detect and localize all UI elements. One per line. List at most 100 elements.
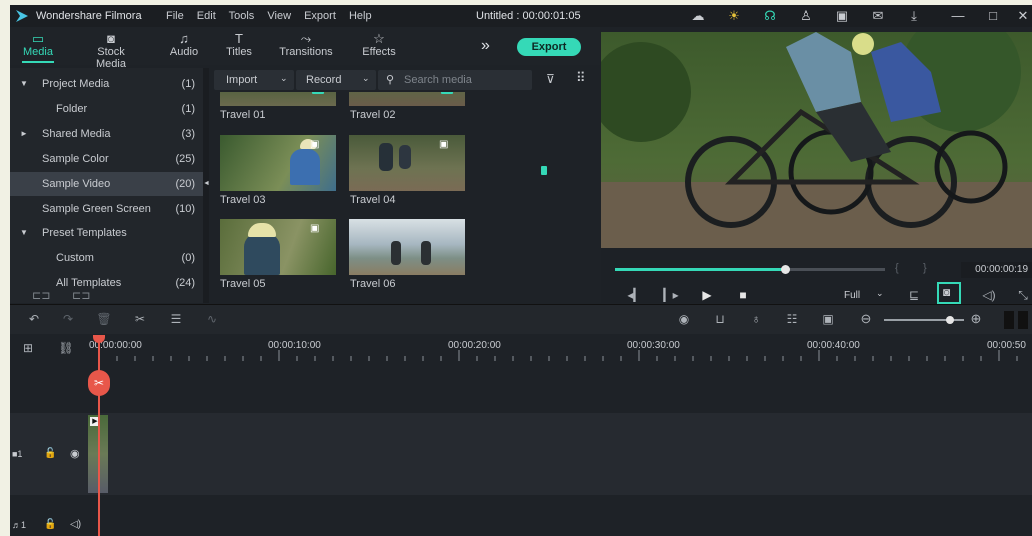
sidebar-item-folder[interactable]: Folder (1) bbox=[10, 97, 203, 121]
voiceover-icon[interactable]: ☷ bbox=[784, 312, 800, 326]
grid-view-icon[interactable]: ⠿ bbox=[576, 70, 586, 86]
zoom-out-icon[interactable]: ⊖ bbox=[858, 311, 874, 327]
step-back-icon[interactable]: ◂▎ bbox=[627, 288, 643, 302]
mark-in-button[interactable]: { bbox=[895, 262, 899, 274]
search-icon: ⚲ bbox=[386, 74, 395, 86]
collapse-arrow-icon[interactable]: ◄ bbox=[203, 180, 210, 187]
folder-add-icon[interactable]: ⊏⊐ bbox=[72, 289, 90, 302]
snapshot-button[interactable]: ◙ bbox=[937, 282, 961, 304]
mark-out-button[interactable]: } bbox=[923, 262, 927, 274]
speaker-icon[interactable]: ◁) bbox=[70, 519, 81, 530]
ruler-label: 00:00:20:00 bbox=[448, 340, 501, 351]
thumb-travel-03[interactable]: ▣ bbox=[220, 135, 336, 191]
close-icon[interactable]: ✕ bbox=[1015, 8, 1031, 24]
sidebar-splitter[interactable]: ◄ bbox=[203, 68, 210, 303]
more-tabs-button[interactable]: » bbox=[481, 37, 490, 55]
tab-media[interactable]: ▭ Media bbox=[10, 31, 68, 63]
microphone-icon[interactable]: ♁ bbox=[748, 312, 764, 326]
record-dropdown[interactable]: Record ⌄ bbox=[296, 70, 376, 90]
tab-transitions[interactable]: ⤳ Transitions bbox=[276, 31, 336, 58]
marker-icon[interactable]: ⊔ bbox=[712, 312, 728, 326]
filter-icon[interactable]: ⊽ bbox=[546, 72, 555, 86]
timeline-playhead[interactable]: ✂ bbox=[88, 335, 110, 536]
timeline-toolbar: ↶ ↷ 🗑 ✂ ☰ ∿ ◉ ⊔ ♁ ☷ ▣ ⊖ ⊕ bbox=[10, 304, 1032, 334]
media-library-sidebar: ▼ Project Media (1) Folder (1) ► Shared … bbox=[10, 68, 203, 303]
chevron-down-icon: ⌄ bbox=[280, 73, 288, 83]
tab-effects[interactable]: ☆ Effects bbox=[349, 31, 409, 58]
sidebar-item-sample-color[interactable]: Sample Color (25) bbox=[10, 147, 203, 171]
redo-icon[interactable]: ↷ bbox=[60, 312, 76, 326]
lock-icon[interactable]: 🔓 bbox=[44, 448, 56, 459]
sidebar-item-shared-media[interactable]: ► Shared Media (3) bbox=[10, 122, 203, 146]
delete-icon[interactable]: 🗑 bbox=[96, 312, 112, 326]
expand-arrow-icon[interactable]: ▼ bbox=[20, 221, 28, 245]
thumb-travel-04[interactable]: ▣ bbox=[349, 135, 465, 191]
tab-audio[interactable]: ♫ Audio bbox=[154, 31, 214, 58]
import-dropdown[interactable]: Import ⌄ bbox=[214, 70, 294, 90]
search-input[interactable]: ⚲ Search media bbox=[378, 70, 532, 90]
tab-titles[interactable]: T Titles bbox=[209, 31, 269, 58]
video-badge-icon: ▣ bbox=[310, 139, 320, 150]
chevron-down-icon[interactable]: ⌄ bbox=[876, 288, 884, 299]
lock-icon[interactable]: 🔓 bbox=[44, 519, 56, 530]
eye-icon[interactable]: ◉ bbox=[70, 447, 80, 460]
sidebar-item-sample-green-screen[interactable]: Sample Green Screen (10) bbox=[10, 197, 203, 221]
audio-track-1: ♬1 🔓 ◁) bbox=[10, 496, 1032, 536]
audio-wave-icon[interactable]: ∿ bbox=[204, 312, 220, 326]
cloud-icon[interactable]: ☁ bbox=[690, 8, 706, 24]
menu-help[interactable]: Help bbox=[349, 10, 372, 22]
playhead-knob[interactable] bbox=[781, 265, 791, 274]
zoom-in-icon[interactable]: ⊕ bbox=[968, 311, 984, 327]
tab-stock-media[interactable]: ◙ Stock Media bbox=[81, 31, 141, 70]
render-icon[interactable]: ◉ bbox=[676, 312, 692, 326]
sun-icon[interactable]: ☀ bbox=[726, 8, 742, 24]
minimize-icon[interactable]: — bbox=[950, 8, 966, 24]
headset-icon[interactable]: ☊ bbox=[762, 8, 778, 24]
new-folder-icon[interactable]: ⊏⊐ bbox=[32, 289, 50, 302]
play-icon[interactable]: ▶ bbox=[699, 288, 715, 302]
maximize-icon[interactable]: □ bbox=[985, 8, 1001, 24]
zoom-slider[interactable] bbox=[884, 316, 964, 324]
helmet-shape bbox=[248, 223, 276, 237]
menu-tools[interactable]: Tools bbox=[229, 10, 255, 22]
sidebar-item-preset-templates[interactable]: ▼ Preset Templates bbox=[10, 221, 203, 245]
menu-export[interactable]: Export bbox=[304, 10, 336, 22]
thumb-travel-05[interactable]: ▣ bbox=[220, 219, 336, 275]
split-scissors-icon[interactable]: ✂ bbox=[88, 370, 110, 396]
menu-view[interactable]: View bbox=[267, 10, 291, 22]
snapshot-frame-icon[interactable]: ▣ bbox=[820, 312, 836, 326]
sidebar-item-sample-video[interactable]: Sample Video (20) bbox=[10, 172, 203, 196]
expand-arrow-icon[interactable]: ► bbox=[20, 122, 28, 146]
thumb-travel-01[interactable] bbox=[220, 92, 336, 106]
menu-file[interactable]: File bbox=[166, 10, 184, 22]
sidebar-item-project-media[interactable]: ▼ Project Media (1) bbox=[10, 72, 203, 96]
account-icon[interactable]: ♙ bbox=[798, 8, 814, 24]
thumb-travel-02[interactable] bbox=[349, 92, 465, 106]
scroll-indicator[interactable] bbox=[541, 166, 547, 175]
menu-edit[interactable]: Edit bbox=[197, 10, 216, 22]
expand-arrow-icon[interactable]: ▼ bbox=[20, 72, 28, 96]
adjust-icon[interactable]: ☰ bbox=[168, 312, 184, 326]
export-button[interactable]: Export bbox=[517, 38, 581, 56]
stop-icon[interactable]: ■ bbox=[735, 288, 751, 302]
download-icon[interactable]: ⤓ bbox=[906, 8, 922, 24]
thumb-travel-06[interactable] bbox=[349, 219, 465, 275]
playback-progress-track[interactable] bbox=[615, 265, 885, 274]
zoom-slider-knob[interactable] bbox=[946, 316, 954, 324]
item-count: (3) bbox=[181, 128, 195, 140]
title-bar: Wondershare Filmora File Edit Tools View… bbox=[10, 5, 1032, 27]
layout-toggle-icon[interactable] bbox=[1004, 311, 1014, 329]
undo-icon[interactable]: ↶ bbox=[26, 312, 42, 326]
sidebar-item-custom[interactable]: Custom (0) bbox=[10, 246, 203, 270]
quality-dropdown[interactable]: Full bbox=[844, 290, 860, 301]
sidebar-item-label: Project Media bbox=[42, 78, 110, 90]
fullscreen-icon[interactable]: ⤡ bbox=[1015, 288, 1031, 303]
step-forward-icon[interactable]: ▎▸ bbox=[663, 288, 679, 302]
monitor-icon[interactable]: ⊑ bbox=[906, 288, 922, 302]
save-icon[interactable]: ▣ bbox=[834, 8, 850, 24]
app-name: Wondershare Filmora bbox=[36, 10, 142, 22]
layout-toggle-icon-2[interactable] bbox=[1018, 311, 1028, 329]
notification-icon[interactable]: ✉ bbox=[870, 8, 886, 24]
volume-icon[interactable]: ◁) bbox=[981, 288, 997, 302]
cut-icon[interactable]: ✂ bbox=[132, 312, 148, 326]
